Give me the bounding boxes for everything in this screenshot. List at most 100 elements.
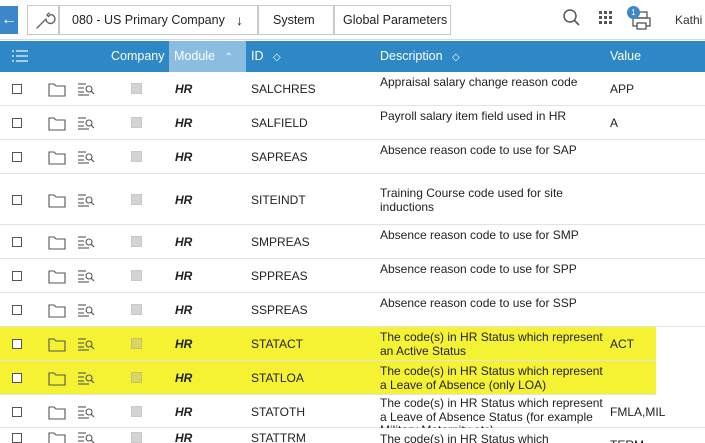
column-header-id[interactable]: ID ◇ <box>251 41 281 72</box>
module-cell: HR <box>175 303 193 317</box>
detail-view-icon[interactable] <box>77 405 95 422</box>
detail-view-icon[interactable] <box>77 150 95 167</box>
column-header-company-label: Company <box>111 49 165 63</box>
row-select-checkbox[interactable] <box>12 195 22 205</box>
folder-icon[interactable] <box>48 268 66 287</box>
column-header-description[interactable]: Description ◇ <box>380 41 460 72</box>
row-select-checkbox[interactable] <box>12 271 22 281</box>
search-icon[interactable] <box>562 8 582 31</box>
id-cell: SPPREAS <box>251 269 308 283</box>
top-toolbar: ← 080 - US Primary Company ↓ System Glob… <box>0 0 705 40</box>
company-checkbox <box>131 304 142 315</box>
sort-ascending-icon: ⌃ <box>224 52 233 63</box>
id-cell: STATLOA <box>251 371 304 385</box>
system-label: System <box>273 13 315 27</box>
table-row[interactable]: HR SSPREAS Absence reason code to use for … <box>0 293 705 327</box>
module-cell: HR <box>175 116 193 130</box>
user-name[interactable]: Kathi <box>675 13 702 27</box>
row-select-checkbox[interactable] <box>12 373 22 383</box>
company-checkbox <box>131 338 142 349</box>
system-breadcrumb[interactable]: System <box>258 5 334 35</box>
description-cell: The code(s) in HR Status which represent… <box>380 364 603 392</box>
table-row[interactable]: HR STATLOA The code(s) in HR Status which … <box>0 361 656 395</box>
detail-view-icon[interactable] <box>77 82 95 99</box>
global-parameters-breadcrumb[interactable]: Global Parameters <box>334 5 451 35</box>
company-checkbox <box>131 270 142 281</box>
module-cell: HR <box>175 431 193 443</box>
detail-view-icon[interactable] <box>77 371 95 388</box>
detail-view-icon[interactable] <box>77 337 95 354</box>
folder-icon[interactable] <box>48 302 66 321</box>
column-header-value[interactable]: Value <box>610 41 641 72</box>
id-cell: STATACT <box>251 337 303 351</box>
sort-icon: ◇ <box>452 52 460 63</box>
apps-grid-icon[interactable] <box>597 8 615 29</box>
description-cell: Absence reason code to use for SAP <box>380 143 577 157</box>
id-cell: SITEINDT <box>251 193 306 207</box>
description-cell: Training Course code used for site induc… <box>380 186 563 214</box>
description-cell: Absence reason code to use for SMP <box>380 228 579 242</box>
id-cell: SALCHRES <box>251 82 316 96</box>
module-cell: HR <box>175 193 193 207</box>
table-row[interactable]: HR SPPREAS Absence reason code to use for … <box>0 259 705 293</box>
row-select-checkbox[interactable] <box>12 407 22 417</box>
folder-icon[interactable] <box>48 115 66 134</box>
table-row[interactable]: HR SALFIELD Payroll salary item field used… <box>0 106 705 140</box>
description-cell: Payroll salary item field used in HR <box>380 109 567 123</box>
back-button[interactable]: ← <box>0 6 18 34</box>
module-cell: HR <box>175 150 193 164</box>
table-row[interactable]: HR SITEINDT Training Course code used for … <box>0 174 705 225</box>
table-row[interactable]: HR SMPREAS Absence reason code to use for … <box>0 225 705 259</box>
column-header-module-label: Module <box>174 49 215 63</box>
detail-view-icon[interactable] <box>77 303 95 320</box>
folder-icon[interactable] <box>48 370 66 389</box>
id-cell: SSPREAS <box>251 303 308 317</box>
column-header-module[interactable]: Module ⌃ <box>169 41 246 72</box>
table-row[interactable]: HR SAPREAS Absence reason code to use for … <box>0 140 705 174</box>
company-checkbox <box>131 151 142 162</box>
id-cell: STATOTH <box>251 405 305 419</box>
value-cell: APP <box>610 82 635 96</box>
row-select-checkbox[interactable] <box>12 433 22 443</box>
table-row[interactable]: HR STATOTH The code(s) in HR Status which … <box>0 395 705 437</box>
detail-view-icon[interactable] <box>77 116 95 133</box>
folder-icon[interactable] <box>48 234 66 253</box>
id-cell: SALFIELD <box>251 116 308 130</box>
row-select-checkbox[interactable] <box>12 84 22 94</box>
folder-icon[interactable] <box>48 149 66 168</box>
id-cell: SMPREAS <box>251 235 310 249</box>
description-cell: Appraisal salary change reason code <box>380 75 578 89</box>
table-row[interactable]: HR STATACT The code(s) in HR Status which … <box>0 327 656 361</box>
id-cell: SAPREAS <box>251 150 308 164</box>
row-select-checkbox[interactable] <box>12 339 22 349</box>
row-select-checkbox[interactable] <box>12 237 22 247</box>
row-select-checkbox[interactable] <box>12 305 22 315</box>
list-menu-icon <box>12 50 28 62</box>
folder-icon[interactable] <box>48 336 66 355</box>
folder-icon[interactable] <box>48 430 66 443</box>
company-checkbox <box>131 117 142 128</box>
company-breadcrumb[interactable]: 080 - US Primary Company ↓ <box>59 5 258 35</box>
value-cell: TERM <box>610 438 644 443</box>
column-header-company[interactable]: Company <box>111 41 165 72</box>
column-header-description-label: Description <box>380 49 443 63</box>
column-menu-button[interactable] <box>11 41 29 72</box>
row-select-checkbox[interactable] <box>12 118 22 128</box>
company-checkbox <box>131 406 142 417</box>
detail-view-icon[interactable] <box>77 269 95 286</box>
detail-view-icon[interactable] <box>77 235 95 252</box>
folder-icon[interactable] <box>48 404 66 423</box>
value-cell: ACT <box>610 337 634 351</box>
tools-button[interactable] <box>27 5 59 35</box>
row-select-checkbox[interactable] <box>12 152 22 162</box>
company-checkbox <box>131 372 142 383</box>
folder-icon[interactable] <box>48 192 66 211</box>
sort-icon: ◇ <box>272 52 281 63</box>
detail-view-icon[interactable] <box>77 431 95 443</box>
folder-icon[interactable] <box>48 81 66 100</box>
value-cell: A <box>610 116 619 130</box>
detail-view-icon[interactable] <box>77 193 95 210</box>
table-row[interactable]: HR STATTRM The code(s) in HR Status which T… <box>0 428 705 443</box>
table-row[interactable]: HR SALCHRES Appraisal salary change reason… <box>0 72 705 106</box>
column-header-value-label: Value <box>610 49 642 63</box>
